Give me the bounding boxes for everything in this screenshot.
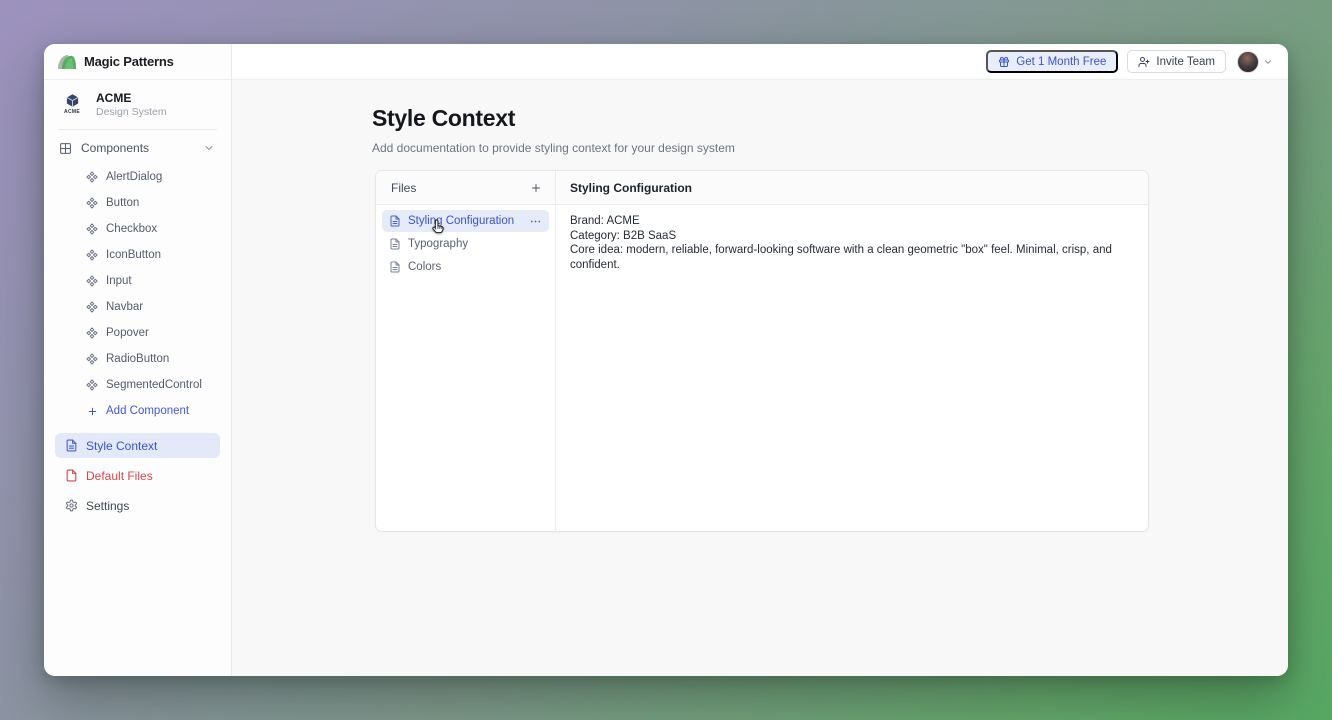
workspace-subtitle: Design System [96,106,167,118]
file-name: Colors [408,261,441,273]
file-row-styling-configuration[interactable]: Styling Configuration [382,210,549,232]
sidebar-item-alertdialog[interactable]: AlertDialog [44,164,231,190]
panel-header: Files Styling Configuration [376,171,1148,205]
main-area: Get 1 Month Free Invite Team Style Conte… [232,44,1288,676]
component-label: Button [106,197,139,209]
add-component-label: Add Component [106,405,189,417]
component-icon [86,197,98,209]
file-icon [65,469,78,482]
sidebar: Magic Patterns ACME ACME Design System [44,44,232,676]
account-menu[interactable] [1237,51,1273,73]
desktop-background: { "brand": "Magic Patterns", "workspace"… [0,0,1332,720]
chevron-down-icon [203,142,215,154]
content-line: Brand: ACME [570,214,1134,229]
file-text-icon [389,261,401,273]
page-content: Style Context Add documentation to provi… [232,80,1288,676]
nav-label: Style Context [86,439,157,453]
brand-name: Magic Patterns [84,54,174,69]
sidebar-item-radiobutton[interactable]: RadioButton [44,346,231,372]
plus-icon [87,406,98,417]
sidebar-item-segmentedcontrol[interactable]: SegmentedControl [44,372,231,398]
workspace-logo-icon: ACME [58,89,86,119]
page-subtitle: Add documentation to provide styling con… [372,141,1288,155]
files-list: Styling Configuration Typography [376,205,556,531]
nav-label: Default Files [86,469,153,483]
sidebar-item-settings[interactable]: Settings [55,493,220,518]
invite-button-label: Invite Team [1156,56,1215,68]
files-header: Files [376,171,556,204]
file-name: Styling Configuration [408,215,514,227]
sidebar-item-style-context[interactable]: Style Context [55,433,220,458]
component-icon [86,379,98,391]
file-text-icon [65,439,78,452]
file-content-header: Styling Configuration [556,171,1148,204]
components-list: AlertDialog Button Checkbox IconButton I… [44,164,231,433]
files-header-label: Files [391,181,416,195]
invite-team-button[interactable]: Invite Team [1127,50,1226,73]
workspace-switcher[interactable]: ACME ACME Design System [44,80,231,126]
sidebar-item-iconbutton[interactable]: IconButton [44,242,231,268]
component-label: Input [106,275,132,287]
component-label: AlertDialog [106,171,162,183]
sidebar-item-checkbox[interactable]: Checkbox [44,216,231,242]
brand-header[interactable]: Magic Patterns [44,44,231,80]
grid-icon [59,142,72,155]
gift-icon [998,56,1010,68]
sidebar-item-default-files[interactable]: Default Files [55,463,220,488]
page-title: Style Context [372,105,1288,132]
user-plus-icon [1138,56,1150,68]
add-component-button[interactable]: Add Component [44,398,231,424]
file-content-view[interactable]: Brand: ACME Category: B2B SaaS Core idea… [556,205,1148,531]
style-context-panel: Files Styling Configuration Styling [375,170,1149,532]
component-icon [86,171,98,183]
component-label: SegmentedControl [106,379,202,391]
file-options-icon[interactable] [529,215,542,228]
sidebar-item-popover[interactable]: Popover [44,320,231,346]
component-icon [86,249,98,261]
sidebar-nav: Style Context Default Files Settings [44,433,231,523]
gear-icon [65,499,78,512]
file-text-icon [389,215,401,227]
avatar [1237,51,1259,73]
app-window: Magic Patterns ACME ACME Design System [44,44,1288,676]
components-label: Components [81,141,149,155]
component-icon [86,223,98,235]
file-text-icon [389,238,401,250]
component-icon [86,327,98,339]
component-icon [86,353,98,365]
nav-label: Settings [86,499,129,513]
file-row-typography[interactable]: Typography [382,233,549,255]
content-line: Core idea: modern, reliable, forward-loo… [570,243,1134,272]
content-line: Category: B2B SaaS [570,229,1134,244]
sidebar-item-input[interactable]: Input [44,268,231,294]
topbar: Get 1 Month Free Invite Team [232,44,1288,80]
sidebar-item-button[interactable]: Button [44,190,231,216]
chevron-down-icon [1263,57,1273,67]
component-label: IconButton [106,249,161,261]
sidebar-item-navbar[interactable]: Navbar [44,294,231,320]
component-icon [86,301,98,313]
component-label: Popover [106,327,149,339]
component-icon [86,275,98,287]
file-row-colors[interactable]: Colors [382,256,549,278]
file-name: Typography [408,238,468,250]
magic-patterns-logo-icon [57,54,77,70]
promo-button[interactable]: Get 1 Month Free [986,50,1118,73]
add-file-button[interactable] [530,182,542,194]
components-section-toggle[interactable]: Components [44,130,231,164]
component-label: Checkbox [106,223,157,235]
component-label: RadioButton [106,353,169,365]
workspace-name: ACME [96,91,167,105]
panel-body: Styling Configuration Typography [376,205,1148,531]
promo-button-label: Get 1 Month Free [1016,56,1106,68]
component-label: Navbar [106,301,143,313]
workspace-logo-text: ACME [64,109,80,115]
